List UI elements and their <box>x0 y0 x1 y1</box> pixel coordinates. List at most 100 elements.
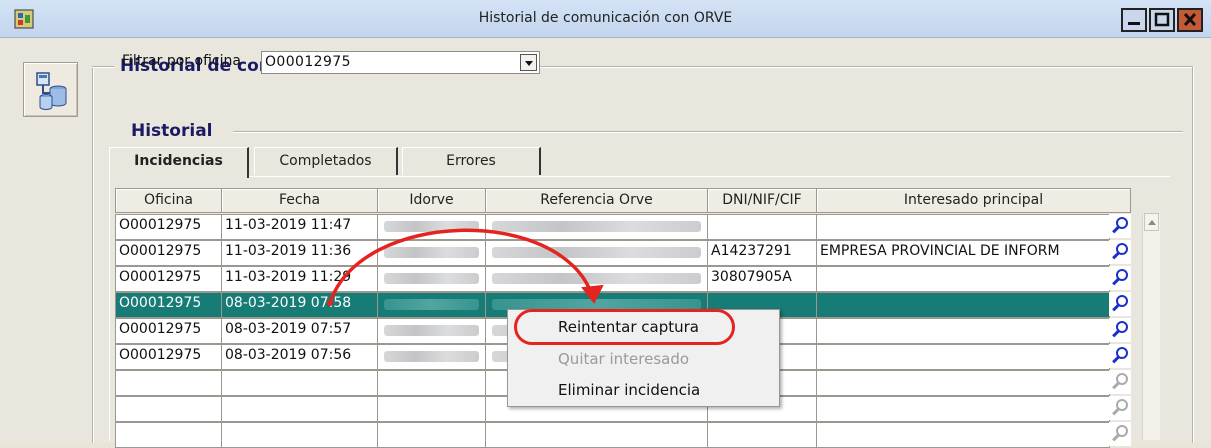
group-border-top-right <box>512 66 1192 67</box>
cell-idorve[interactable] <box>377 214 486 240</box>
cell-fecha[interactable]: 08-03-2019 07:58 <box>221 292 378 318</box>
cell-dni[interactable] <box>707 422 817 448</box>
cell-idorve[interactable] <box>377 396 486 422</box>
cell-fecha[interactable]: 11-03-2019 11:47 <box>221 214 378 240</box>
cell-fecha[interactable] <box>221 396 378 422</box>
cell-idorve[interactable] <box>377 240 486 266</box>
maximize-button[interactable] <box>1149 8 1175 32</box>
cell-oficina[interactable] <box>115 370 222 396</box>
magnifier-icon <box>1109 422 1131 446</box>
column-header-idorve[interactable]: Idorve <box>377 188 486 213</box>
cell-dni[interactable]: 30807905A <box>707 266 817 292</box>
title-bar: Historial de comunicación con ORVE <box>0 0 1211 38</box>
tab-incidencias[interactable]: Incidencias <box>109 147 249 178</box>
magnifier-icon[interactable] <box>1109 344 1131 368</box>
magnifier-icon[interactable] <box>1109 240 1131 264</box>
vertical-scrollbar[interactable] <box>1142 214 1160 440</box>
cell-fecha[interactable]: 08-03-2019 07:56 <box>221 344 378 370</box>
scroll-up-button[interactable] <box>1144 213 1159 231</box>
cell-interesado[interactable] <box>816 344 1110 370</box>
table-row[interactable]: O00012975 11-03-2019 11:36 A14237291 EMPRES… <box>115 240 1132 266</box>
cell-interesado[interactable] <box>816 396 1110 422</box>
cell-oficina[interactable]: O00012975 <box>115 344 222 370</box>
cell-interesado[interactable]: EMPRESA PROVINCIAL DE INFORM <box>816 240 1110 266</box>
cell-idorve[interactable] <box>377 370 486 396</box>
filter-label: Filtrar por oficina <box>122 53 241 69</box>
magnifier-icon[interactable] <box>1109 266 1131 290</box>
redacted-value <box>384 247 479 258</box>
magnifier-icon <box>1109 396 1131 420</box>
group-border-right <box>1192 66 1193 443</box>
menu-item-eliminar-incidencia[interactable]: Eliminar incidencia <box>558 381 700 399</box>
cell-oficina[interactable] <box>115 422 222 448</box>
cell-referencia[interactable] <box>485 422 708 448</box>
minimize-button[interactable] <box>1121 8 1147 32</box>
cell-interesado[interactable] <box>816 422 1110 448</box>
cell-interesado[interactable] <box>816 292 1110 318</box>
magnifier-icon <box>1109 370 1131 394</box>
cell-idorve[interactable] <box>377 344 486 370</box>
close-button[interactable] <box>1177 8 1203 32</box>
cell-idorve[interactable] <box>377 422 486 448</box>
database-transfer-icon <box>36 72 67 110</box>
cell-dni[interactable] <box>707 214 817 240</box>
historial-separator <box>233 131 1183 132</box>
cell-interesado[interactable] <box>816 214 1110 240</box>
column-header-oficina[interactable]: Oficina <box>115 188 222 213</box>
cell-oficina[interactable]: O00012975 <box>115 240 222 266</box>
office-filter-value: O00012975 <box>265 54 351 70</box>
cell-idorve[interactable] <box>377 318 486 344</box>
cell-idorve[interactable] <box>377 292 486 318</box>
cell-idorve[interactable] <box>377 266 486 292</box>
tab-errores[interactable]: Errores <box>402 147 541 175</box>
cell-fecha[interactable]: 08-03-2019 07:57 <box>221 318 378 344</box>
cell-fecha[interactable] <box>221 370 378 396</box>
chevron-down-icon <box>525 61 533 66</box>
magnifier-icon[interactable] <box>1109 318 1131 342</box>
cell-oficina[interactable] <box>115 396 222 422</box>
magnifier-handle <box>1112 407 1120 416</box>
magnifier-icon[interactable] <box>1109 214 1131 238</box>
table-row[interactable]: O00012975 11-03-2019 11:47 <box>115 214 1132 240</box>
cell-dni[interactable]: A14237291 <box>707 240 817 266</box>
magnifier-icon[interactable] <box>1109 292 1131 316</box>
column-header-dni[interactable]: DNI/NIF/CIF <box>707 188 817 213</box>
redacted-value <box>384 221 479 232</box>
magnifier-handle <box>1112 381 1120 390</box>
cell-fecha[interactable]: 11-03-2019 11:36 <box>221 240 378 266</box>
menu-item-reintentar-captura[interactable]: Reintentar captura <box>558 318 699 336</box>
redacted-value <box>384 273 479 284</box>
cell-interesado[interactable] <box>816 266 1110 292</box>
magnifier-handle <box>1112 329 1120 338</box>
historial-title: Historial <box>125 121 219 141</box>
redacted-value <box>492 273 701 284</box>
cell-fecha[interactable]: 11-03-2019 11:29 <box>221 266 378 292</box>
redacted-value <box>384 299 479 310</box>
cell-referencia[interactable] <box>485 266 708 292</box>
dropdown-button[interactable] <box>520 54 537 71</box>
cell-referencia[interactable] <box>485 240 708 266</box>
cell-oficina[interactable]: O00012975 <box>115 318 222 344</box>
column-header-referencia[interactable]: Referencia Orve <box>485 188 708 213</box>
table-row[interactable]: O00012975 11-03-2019 11:29 30807905A <box>115 266 1132 292</box>
group-border-top-left <box>92 66 114 67</box>
column-header-interesado[interactable]: Interesado principal <box>816 188 1131 213</box>
cell-interesado[interactable] <box>816 318 1110 344</box>
magnifier-handle <box>1112 225 1120 234</box>
cell-oficina[interactable]: O00012975 <box>115 292 222 318</box>
cell-oficina[interactable]: O00012975 <box>115 214 222 240</box>
redacted-value <box>384 325 479 336</box>
magnifier-handle <box>1112 303 1120 312</box>
magnifier-handle <box>1112 355 1120 364</box>
cell-oficina[interactable]: O00012975 <box>115 266 222 292</box>
menu-item-quitar-interesado[interactable]: Quitar interesado <box>558 350 689 368</box>
cell-referencia[interactable] <box>485 214 708 240</box>
cell-fecha[interactable] <box>221 422 378 448</box>
cell-interesado[interactable] <box>816 370 1110 396</box>
table-row[interactable] <box>115 422 1132 448</box>
tab-completados[interactable]: Completados <box>254 147 398 175</box>
redacted-value <box>384 351 479 362</box>
column-header-fecha[interactable]: Fecha <box>221 188 378 213</box>
office-filter-select[interactable]: O00012975 <box>261 51 540 74</box>
database-transfer-button[interactable] <box>23 62 78 117</box>
